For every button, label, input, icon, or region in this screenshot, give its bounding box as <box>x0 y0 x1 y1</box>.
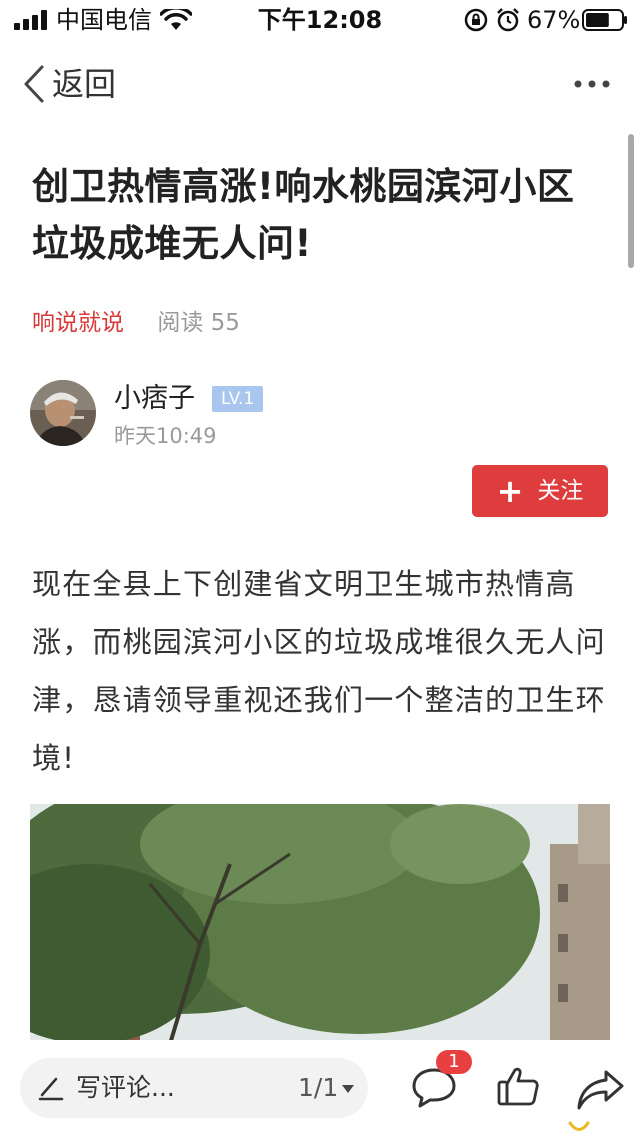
page-indicator[interactable]: 1/1 <box>298 1072 338 1104</box>
status-bar: 中国电信 下午12:08 67% <box>0 0 640 40</box>
comment-placeholder: 写评论... <box>76 1072 175 1104</box>
follow-label: 关注 <box>537 475 583 507</box>
battery-percent: 67% <box>527 6 580 34</box>
author-name[interactable]: 小痞子 <box>114 382 195 416</box>
bottom-toolbar: 写评论... 1/1 1 <box>0 1040 640 1136</box>
scrollbar[interactable] <box>628 134 634 268</box>
nav-bar: 返回 <box>0 58 640 110</box>
alarm-icon <box>496 7 520 33</box>
author-info: 小痞子 LV.1 昨天10:49 <box>30 380 610 450</box>
back-label: 返回 <box>52 64 116 104</box>
article-body: 现在全县上下创建省文明卫生城市热情高涨，而桃园滨河小区的垃圾成堆很久无人问津，恳… <box>32 555 612 787</box>
back-button[interactable]: 返回 <box>22 64 116 104</box>
post-time: 昨天10:49 <box>114 422 217 450</box>
chevron-down-icon[interactable] <box>342 1085 354 1093</box>
battery-icon <box>582 9 628 31</box>
share-icon[interactable] <box>576 1068 626 1112</box>
plus-icon: + <box>497 475 524 507</box>
pen-icon <box>38 1075 64 1101</box>
more-icon[interactable] <box>572 70 612 98</box>
article-title: 创卫热情高涨!响水桃园滨河小区垃圾成堆无人问! <box>32 158 602 272</box>
article-photo[interactable] <box>30 804 610 1044</box>
article-source[interactable]: 响说就说 <box>32 310 124 336</box>
level-badge: LV.1 <box>212 386 263 412</box>
article-meta: 响说就说 阅读 55 <box>32 306 240 340</box>
thumbs-up-icon[interactable] <box>496 1064 540 1108</box>
lock-rotation-icon <box>464 8 488 32</box>
comment-input[interactable]: 写评论... 1/1 <box>20 1058 368 1118</box>
read-count: 阅读 55 <box>157 310 240 336</box>
back-chevron-icon <box>22 65 46 103</box>
follow-button[interactable]: + 关注 <box>472 465 608 517</box>
loading-indicator <box>568 1120 590 1134</box>
avatar[interactable] <box>30 380 96 446</box>
comment-count-badge: 1 <box>436 1050 472 1074</box>
